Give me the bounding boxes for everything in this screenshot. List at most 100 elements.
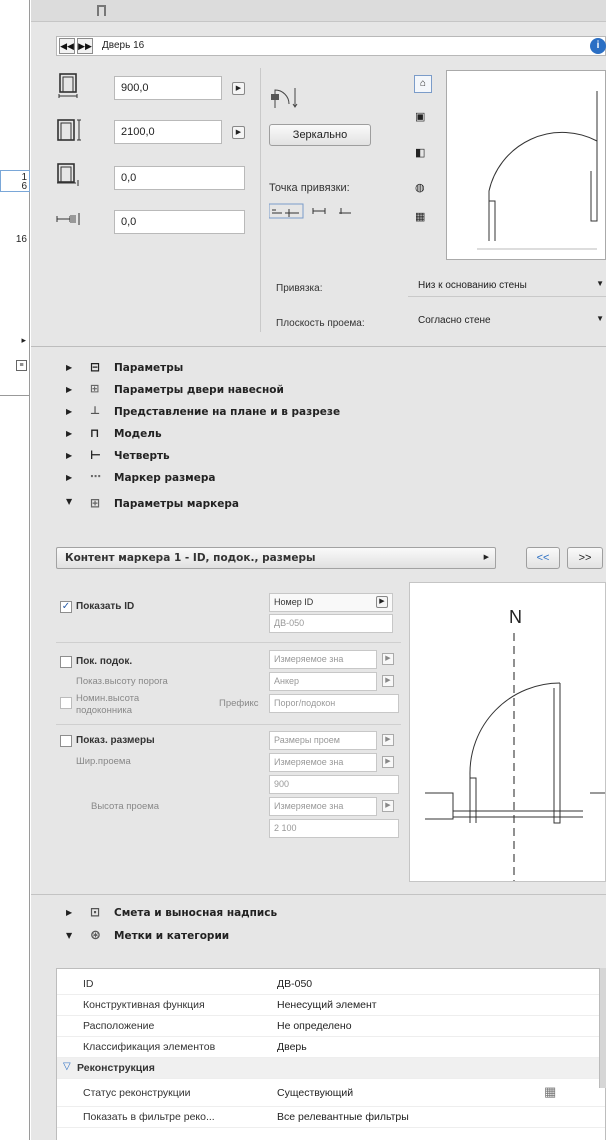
id-type-select[interactable]: Номер ID xyxy=(269,593,393,612)
height-label: Высота проема xyxy=(91,801,160,812)
anchor-point-label: Точка привязки: xyxy=(269,182,350,194)
width-icon xyxy=(58,73,78,98)
section-plan-view[interactable]: ▶ ⊥ Представление на плане и в разрезе xyxy=(56,404,606,423)
binding-value: Низ к основанию стены xyxy=(418,280,527,291)
width-type-select[interactable]: Измеряемое зна xyxy=(269,753,377,772)
door-plan-drawing xyxy=(425,633,605,881)
quarter-icon: ⊢ xyxy=(90,448,101,462)
offset-input[interactable]: 0,0 xyxy=(114,210,245,234)
width-input[interactable]: 900,0 xyxy=(114,76,222,100)
show-dims-label: Показ. размеры xyxy=(76,735,155,746)
left-value-3: 16 xyxy=(15,234,27,245)
sill-height-select[interactable]: Анкер xyxy=(269,672,377,691)
width-arrow-button[interactable]: ▶ xyxy=(232,82,245,95)
width-type-arrow[interactable]: ▶ xyxy=(382,756,394,768)
section-dim-marker[interactable]: ▶ ⋯ Маркер размера xyxy=(56,470,606,489)
prev-element-button[interactable]: ◀◀ xyxy=(59,38,75,54)
model-icon: ⊓ xyxy=(90,426,100,440)
left-list-item[interactable]: 1 6 xyxy=(0,170,30,192)
expand-triangle-icon: ▶ xyxy=(66,407,73,416)
sill-input[interactable]: 0,0 xyxy=(114,166,245,190)
dims-type-arrow[interactable]: ▶ xyxy=(382,734,394,746)
expand-triangle-icon: ▶ xyxy=(66,429,73,438)
id-value-field[interactable]: ДВ-050 xyxy=(269,614,393,633)
chevron-down-icon: ▼ xyxy=(596,279,604,288)
next-element-button[interactable]: ▶▶ xyxy=(77,38,93,54)
view-side-icon[interactable]: ◧ xyxy=(415,146,425,159)
dropdown-arrow-icon: ▶ xyxy=(483,554,489,561)
height-type-arrow[interactable]: ▶ xyxy=(382,800,394,812)
opening-plane-label: Плоскость проема: xyxy=(276,318,365,329)
info-icon[interactable]: i xyxy=(590,38,606,54)
show-id-checkbox[interactable]: ✓ xyxy=(60,601,72,613)
section-quarter[interactable]: ▶ ⊢ Четверть xyxy=(56,448,606,467)
marker-divider xyxy=(56,724,401,725)
plan-view-icon: ⊥ xyxy=(90,404,101,417)
section-model[interactable]: ▶ ⊓ Модель xyxy=(56,426,606,445)
nominal-sill-checkbox[interactable] xyxy=(60,697,72,709)
table-row[interactable]: Конструктивная функция Ненесущий элемент xyxy=(57,995,605,1016)
section-estimate[interactable]: ▶ ⊡ Смета и выносная надпись xyxy=(56,905,606,924)
door-params-icon: ⊞ xyxy=(90,382,100,395)
left-panel-strip: 1 6 16 ▸ ≡ xyxy=(0,0,30,1140)
table-row[interactable]: Статус реконструкции Существующий ▦ xyxy=(57,1079,605,1107)
dim-marker-icon: ⋯ xyxy=(90,470,101,483)
height-icon xyxy=(57,119,81,141)
view-front-icon[interactable]: ▣ xyxy=(415,110,425,123)
section-params[interactable]: ▶ ⊟ Параметры xyxy=(56,360,606,379)
panel-title-bar xyxy=(31,0,606,22)
group-row[interactable]: ▽ Реконструкция xyxy=(57,1058,605,1079)
width-value-field[interactable]: 900 xyxy=(269,775,399,794)
section-tags[interactable]: ▼ ⊛ Метки и категории xyxy=(56,928,606,952)
binding-label: Привязка: xyxy=(276,283,323,294)
table-scrollbar[interactable] xyxy=(599,968,606,1088)
collapse-triangle-icon: ▼ xyxy=(66,497,73,506)
height-arrow-button[interactable]: ▶ xyxy=(232,126,245,139)
height-value-field[interactable]: 2 100 xyxy=(269,819,399,838)
width-label: Шир.проема xyxy=(76,756,131,767)
prev-marker-button[interactable]: << xyxy=(526,547,560,569)
section-separator xyxy=(31,894,606,895)
group-collapse-icon: ▽ xyxy=(63,1061,71,1072)
table-row[interactable]: Расположение Не определено xyxy=(57,1016,605,1037)
mirror-button[interactable]: Зеркально xyxy=(269,124,371,146)
marker-params-icon: ⊞ xyxy=(90,496,101,510)
sill-type-arrow[interactable]: ▶ xyxy=(382,653,394,665)
id-type-arrow[interactable]: ▶ xyxy=(376,596,388,608)
prefix-field[interactable]: Порог/подокон xyxy=(269,694,399,713)
estimate-icon: ⊡ xyxy=(90,905,101,919)
group-label: Реконструкция xyxy=(77,1062,155,1074)
view-section-icon[interactable]: ▦ xyxy=(415,210,425,223)
door-tool-icon xyxy=(97,5,106,16)
settings-divider xyxy=(260,68,261,332)
section-separator xyxy=(31,346,606,347)
sill-type-select[interactable]: Измеряемое зна xyxy=(269,650,377,669)
list-view-icon[interactable]: ≡ xyxy=(16,360,27,371)
sill-height-arrow[interactable]: ▶ xyxy=(382,675,394,687)
left-arrow-icon[interactable]: ▸ xyxy=(21,335,26,346)
show-id-label: Показать ID xyxy=(76,601,135,612)
section-door-params[interactable]: ▶ ⊞ Параметры двери навесной xyxy=(56,382,606,401)
dims-type-select[interactable]: Размеры проем xyxy=(269,731,377,750)
show-dims-checkbox[interactable] xyxy=(60,735,72,747)
table-row[interactable]: Классификация элементов Дверь xyxy=(57,1037,605,1058)
opening-plane-dropdown[interactable]: Согласно стене ▼ xyxy=(408,308,606,332)
table-row[interactable]: Показать в фильтре реко... Все релевантны… xyxy=(57,1107,605,1128)
expand-triangle-icon: ▶ xyxy=(66,363,73,372)
door-settings-panel: ◀◀ ▶▶ Дверь 16 i 900,0 ▶ 2100,0 ▶ 0,0 0,… xyxy=(31,0,606,1140)
next-marker-button[interactable]: >> xyxy=(567,547,603,569)
table-row[interactable]: ID ДВ-050 xyxy=(57,974,605,995)
height-input[interactable]: 2100,0 xyxy=(114,120,222,144)
marker-divider xyxy=(56,642,401,643)
door-preview xyxy=(446,70,606,260)
binding-dropdown[interactable]: Низ к основанию стены ▼ xyxy=(408,273,606,297)
marker-content-dropdown[interactable]: Контент маркера 1 - ID, подок., размеры … xyxy=(56,547,496,569)
show-sill-checkbox[interactable] xyxy=(60,656,72,668)
view-3d-icon[interactable]: ⌂ xyxy=(414,75,432,93)
chevron-down-icon: ▼ xyxy=(596,314,604,323)
height-type-select[interactable]: Измеряемое зна xyxy=(269,797,377,816)
view-plan-icon[interactable]: ◍ xyxy=(415,181,425,194)
anchor-point-icons[interactable] xyxy=(269,203,369,219)
section-marker-params[interactable]: ▼ ⊞ Параметры маркера xyxy=(56,494,606,520)
expand-triangle-icon: ▶ xyxy=(66,451,73,460)
